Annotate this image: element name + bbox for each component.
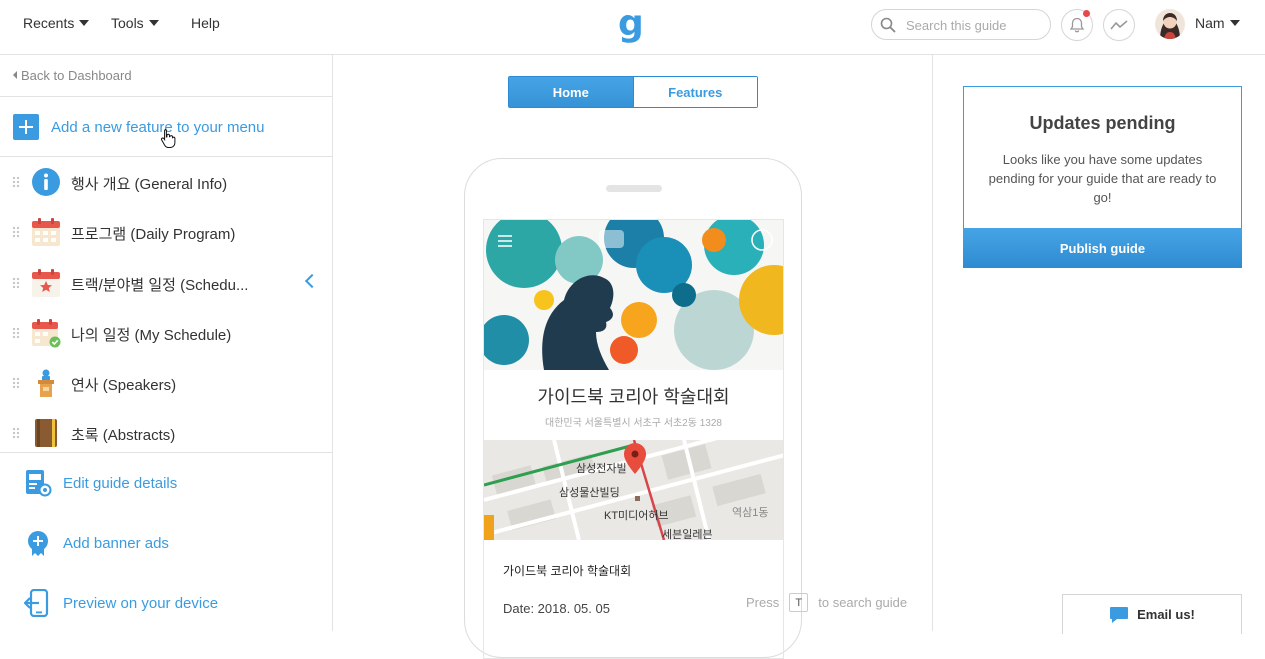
action-label: Preview on your device bbox=[63, 594, 219, 612]
sidebar-item-abstracts[interactable]: 초록 (Abstracts) bbox=[0, 413, 333, 453]
chevron-left-icon bbox=[13, 71, 17, 79]
activity-icon bbox=[1110, 20, 1128, 30]
sidebar-item-label: 나의 일정 (My Schedule) bbox=[71, 327, 232, 344]
tab-features[interactable]: Features bbox=[632, 77, 757, 107]
drag-handle-icon[interactable] bbox=[12, 427, 20, 439]
divider bbox=[932, 55, 933, 631]
calendar-icon bbox=[32, 218, 60, 246]
banner-ads-icon bbox=[28, 531, 48, 556]
keyboard-key: T bbox=[789, 593, 809, 612]
publish-guide-button[interactable]: Publish guide bbox=[963, 228, 1242, 268]
nav-recents[interactable]: Recents bbox=[23, 15, 90, 31]
map-label: 세븐일레븐 bbox=[662, 529, 713, 540]
divider bbox=[0, 156, 333, 157]
hint-text: Press bbox=[746, 595, 780, 610]
chat-icon bbox=[1110, 606, 1129, 623]
back-label: Back to Dashboard bbox=[21, 68, 132, 83]
chevron-left-icon[interactable] bbox=[304, 273, 320, 289]
search-box[interactable] bbox=[871, 9, 1051, 40]
email-us-label: Email us! bbox=[1137, 607, 1195, 622]
sidebar-item-daily-program[interactable]: 프로그램 (Daily Program) bbox=[0, 212, 333, 252]
drag-handle-icon[interactable] bbox=[12, 226, 20, 238]
sidebar-item-my-schedule[interactable]: 나의 일정 (My Schedule) bbox=[0, 313, 333, 353]
user-menu[interactable]: Nam bbox=[1195, 15, 1240, 31]
calendar-star-icon bbox=[32, 269, 60, 297]
notifications-button[interactable] bbox=[1061, 9, 1093, 41]
sidebar-item-general-info[interactable]: 행사 개요 (General Info) bbox=[0, 162, 333, 202]
phone-preview: 가이드북 코리아 학술대회 대한민국 서울특별시 서초구 서초2동 1328 삼… bbox=[464, 158, 802, 659]
chevron-down-icon bbox=[79, 20, 90, 26]
updates-title: Updates pending bbox=[1029, 113, 1176, 133]
action-label: Edit guide details bbox=[63, 474, 178, 492]
nav-help[interactable]: Help bbox=[191, 15, 220, 31]
email-us-button[interactable]: Email us! bbox=[1062, 594, 1242, 634]
info-icon bbox=[32, 168, 60, 196]
map-label: 역삼1동 bbox=[732, 507, 769, 519]
bell-icon bbox=[1069, 17, 1085, 32]
nav-help-label: Help bbox=[191, 15, 220, 31]
plus-icon bbox=[13, 114, 39, 140]
divider bbox=[0, 452, 333, 453]
view-toggle: Home Features bbox=[508, 76, 758, 108]
guide-address: 대한민국 서울특별시 서초구 서초2동 1328 bbox=[545, 418, 722, 429]
guide-title: 가이드북 코리아 학술대회 bbox=[537, 387, 730, 407]
map-label: KT미디어허브 bbox=[604, 510, 669, 522]
sidebar-item-track-schedule[interactable]: 트랙/분야별 일정 (Schedu... bbox=[0, 263, 333, 303]
updates-pending-card: Updates pending Looks like you have some… bbox=[963, 86, 1242, 268]
drag-handle-icon[interactable] bbox=[12, 327, 20, 339]
calendar-check-icon bbox=[32, 319, 61, 348]
chevron-down-icon bbox=[148, 20, 159, 26]
logo[interactable]: g bbox=[618, 4, 644, 44]
drag-handle-icon[interactable] bbox=[12, 176, 20, 188]
drag-handle-icon[interactable] bbox=[12, 377, 20, 389]
nav-tools-label: Tools bbox=[111, 15, 144, 31]
phone-speaker bbox=[606, 185, 662, 192]
event-info-title: 가이드북 코리아 학술대회 bbox=[503, 564, 632, 578]
guide-banner-image bbox=[484, 220, 783, 370]
sidebar-item-label: 프로그램 (Daily Program) bbox=[71, 226, 236, 243]
location-map[interactable]: 삼성전자빌 삼성물산빌딩 KT미디어허브 역삼1동 세븐일레븐 bbox=[484, 440, 783, 540]
hand-cursor-icon bbox=[160, 129, 176, 148]
top-bar: Recents Tools Help g Nam bbox=[0, 0, 1265, 55]
avatar[interactable] bbox=[1155, 9, 1185, 39]
chevron-down-icon bbox=[1229, 20, 1240, 26]
search-icon bbox=[880, 17, 896, 33]
drag-handle-icon[interactable] bbox=[12, 277, 20, 289]
user-name: Nam bbox=[1195, 15, 1225, 31]
updates-text: Looks like you have some updates pending… bbox=[988, 152, 1217, 205]
back-to-dashboard-link[interactable]: Back to Dashboard bbox=[13, 68, 132, 83]
sidebar-item-speakers[interactable]: 연사 (Speakers) bbox=[0, 363, 333, 403]
podium-icon bbox=[38, 369, 54, 397]
activity-button[interactable] bbox=[1103, 9, 1135, 41]
add-feature-button[interactable]: Add a new feature to your menu bbox=[13, 114, 264, 140]
sidebar-item-label: 트랙/분야별 일정 (Schedu... bbox=[71, 277, 249, 294]
sidebar-item-label: 행사 개요 (General Info) bbox=[71, 176, 228, 193]
book-icon bbox=[35, 419, 57, 447]
edit-guide-icon bbox=[26, 470, 52, 497]
sidebar-item-label: 연사 (Speakers) bbox=[71, 377, 177, 394]
divider bbox=[0, 96, 333, 97]
notification-dot bbox=[1083, 10, 1090, 17]
action-label: Add banner ads bbox=[63, 534, 169, 552]
event-date: Date: 2018. 05. 05 bbox=[503, 601, 610, 616]
edit-guide-details-button[interactable]: Edit guide details bbox=[24, 468, 177, 498]
add-banner-ads-button[interactable]: Add banner ads bbox=[24, 528, 169, 558]
search-shortcut-hint: Press T to search guide bbox=[746, 593, 907, 612]
preview-on-device-button[interactable]: Preview on your device bbox=[24, 588, 218, 618]
device-preview-icon bbox=[24, 589, 49, 617]
hint-text: to search guide bbox=[818, 595, 908, 610]
sidebar-item-label: 초록 (Abstracts) bbox=[71, 427, 176, 444]
nav-recents-label: Recents bbox=[23, 15, 75, 31]
phone-screen: 가이드북 코리아 학술대회 대한민국 서울특별시 서초구 서초2동 1328 삼… bbox=[483, 219, 784, 659]
sidebar: Back to Dashboard Add a new feature to y… bbox=[0, 55, 333, 631]
nav-tools[interactable]: Tools bbox=[111, 15, 159, 31]
add-feature-label: Add a new feature to your menu bbox=[51, 118, 265, 136]
map-label: 삼성물산빌딩 bbox=[559, 487, 620, 499]
search-input[interactable] bbox=[906, 16, 1044, 34]
map-label: 삼성전자빌 bbox=[576, 463, 627, 475]
tab-home[interactable]: Home bbox=[509, 77, 633, 107]
